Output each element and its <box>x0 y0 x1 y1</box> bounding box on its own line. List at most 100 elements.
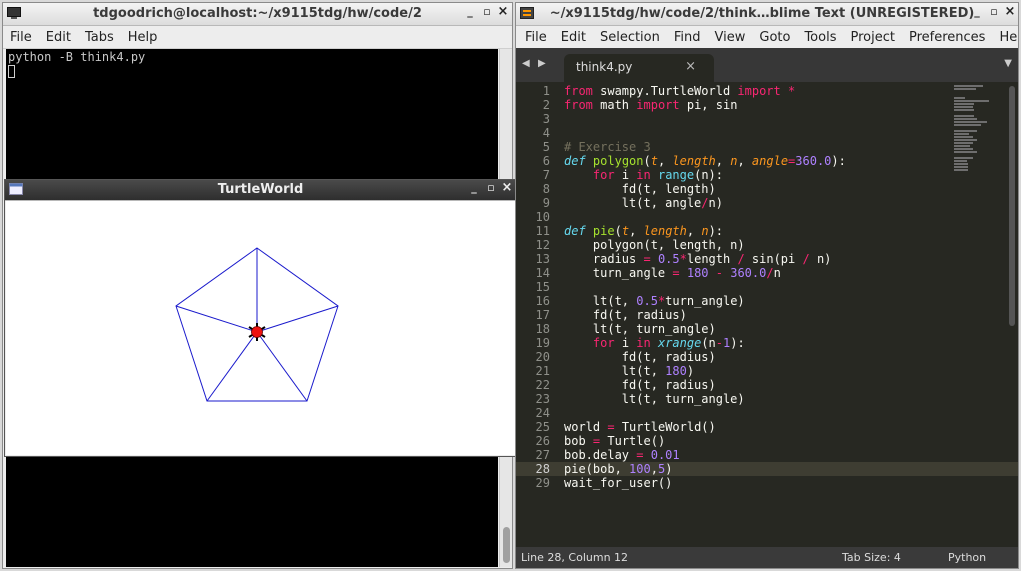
line-number: 7 <box>542 168 550 182</box>
code-line[interactable]: lt(t, 0.5*turn_angle) <box>564 294 846 308</box>
status-tab-size[interactable]: Tab Size: 4 <box>842 551 901 564</box>
menu-tabs[interactable]: Tabs <box>78 30 121 45</box>
code-line[interactable]: wait_for_user() <box>564 476 846 490</box>
close-button[interactable]: × <box>497 4 509 19</box>
code-line[interactable] <box>564 280 846 294</box>
menu-preferences[interactable]: Preferences <box>902 30 992 45</box>
menu-project[interactable]: Project <box>843 30 901 45</box>
line-number: 27 <box>535 448 550 462</box>
pentagon-drawing <box>175 247 339 402</box>
code-line[interactable] <box>564 126 846 140</box>
minimap-line <box>954 106 973 108</box>
sublime-menubar: File Edit Selection Find View Goto Tools… <box>516 26 1018 49</box>
code-line[interactable]: # Exercise 3 <box>564 140 846 154</box>
code-line[interactable]: def polygon(t, length, n, angle=360.0): <box>564 154 846 168</box>
maximize-button[interactable]: ▫ <box>485 181 497 194</box>
code-line[interactable]: polygon(t, length, n) <box>564 238 846 252</box>
minimap[interactable] <box>954 84 998 171</box>
menu-tools[interactable]: Tools <box>797 30 843 45</box>
editor-scrollbar-thumb[interactable] <box>1009 86 1015 326</box>
spoke-line <box>256 331 308 402</box>
line-number: 20 <box>535 350 550 364</box>
menu-find[interactable]: Find <box>667 30 708 45</box>
turtle-sprite <box>248 323 266 341</box>
menu-help[interactable]: Help <box>121 30 165 45</box>
turtleworld-titlebar[interactable]: TurtleWorld _ ▫ × <box>5 180 516 201</box>
code-line[interactable]: world = TurtleWorld() <box>564 420 846 434</box>
menu-file[interactable]: File <box>3 30 39 45</box>
minimap-line <box>954 109 974 111</box>
code-line[interactable] <box>564 112 846 126</box>
code-line[interactable]: turn_angle = 180 - 360.0/n <box>564 266 846 280</box>
line-number: 28 <box>516 462 550 476</box>
code-line[interactable]: lt(t, 180) <box>564 364 846 378</box>
code-line[interactable]: from swampy.TurtleWorld import * <box>564 84 846 98</box>
tab-dropdown-icon[interactable]: ▼ <box>1004 58 1012 69</box>
code-line[interactable]: lt(t, angle/n) <box>564 196 846 210</box>
minimize-button[interactable]: _ <box>971 5 983 18</box>
code-line[interactable]: from math import pi, sin <box>564 98 846 112</box>
code-line[interactable] <box>564 406 846 420</box>
line-number: 14 <box>535 266 550 280</box>
sublime-titlebar[interactable]: ~/x9115tdg/hw/code/2/think…blime Text (U… <box>516 3 1018 26</box>
terminal-title: tdgoodrich@localhost:~/x9115tdg/hw/code/… <box>93 6 422 21</box>
code-line[interactable]: def pie(t, length, n): <box>564 224 846 238</box>
line-number: 15 <box>535 280 550 294</box>
terminal-command: python -B think4.py <box>8 50 146 64</box>
code-editor[interactable]: 1 2 3 4 5 6 7 8 9 10 11 12 13 14 15 16 17 18 19 20 21 22 23 24 2… <box>516 82 1018 547</box>
code-line[interactable]: bob = Turtle() <box>564 434 846 448</box>
editor-scrollbar[interactable] <box>1008 86 1016 326</box>
terminal-scrollbar-thumb[interactable] <box>503 527 510 563</box>
line-number: 13 <box>535 252 550 266</box>
tab-bar: ◀ ▶ think4.py × ▼ <box>516 48 1018 82</box>
menu-help[interactable]: Help <box>992 30 1018 45</box>
close-button[interactable]: × <box>501 180 513 195</box>
tab-back-icon[interactable]: ◀ <box>522 58 530 69</box>
line-number: 3 <box>542 112 550 126</box>
line-number-gutter: 1 2 3 4 5 6 7 8 9 10 11 12 13 14 15 16 17 18 19 20 21 22 23 24 2… <box>516 84 550 490</box>
terminal-titlebar[interactable]: tdgoodrich@localhost:~/x9115tdg/hw/code/… <box>3 3 512 26</box>
minimap-line <box>954 163 969 165</box>
minimap-line <box>954 103 974 105</box>
code-line[interactable]: fd(t, radius) <box>564 350 846 364</box>
turtle-canvas[interactable] <box>6 201 515 455</box>
status-bar: Line 28, Column 12 Tab Size: 4 Python <box>516 547 1018 568</box>
minimap-line <box>954 139 977 141</box>
minimize-button[interactable]: _ <box>468 181 480 194</box>
minimap-line <box>954 124 981 126</box>
minimap-line <box>954 85 983 87</box>
status-syntax[interactable]: Python <box>948 551 986 564</box>
menu-edit[interactable]: Edit <box>554 30 593 45</box>
code-line[interactable]: bob.delay = 0.01 <box>564 448 846 462</box>
code-line[interactable]: fd(t, radius) <box>564 378 846 392</box>
code-line[interactable]: for i in xrange(n-1): <box>564 336 846 350</box>
menu-selection[interactable]: Selection <box>593 30 667 45</box>
minimize-button[interactable]: _ <box>464 5 476 18</box>
minimap-line <box>954 133 970 135</box>
code-line[interactable]: pie(bob, 100,5) <box>564 462 846 476</box>
close-button[interactable]: × <box>1004 4 1016 19</box>
line-number: 24 <box>535 406 550 420</box>
spoke-line <box>256 305 339 333</box>
tab-think4[interactable]: think4.py × <box>564 54 714 82</box>
menu-file[interactable]: File <box>518 30 554 45</box>
maximize-button[interactable]: ▫ <box>988 5 1000 18</box>
menu-edit[interactable]: Edit <box>39 30 78 45</box>
tab-forward-icon[interactable]: ▶ <box>538 58 546 69</box>
turtleworld-window[interactable]: TurtleWorld _ ▫ × <box>4 179 517 457</box>
code-line[interactable]: for i in range(n): <box>564 168 846 182</box>
code-line[interactable]: lt(t, turn_angle) <box>564 322 846 336</box>
menu-goto[interactable]: Goto <box>752 30 797 45</box>
code-line[interactable]: fd(t, length) <box>564 182 846 196</box>
code-area[interactable]: from swampy.TurtleWorld import * from mat… <box>564 84 846 490</box>
menu-view[interactable]: View <box>708 30 753 45</box>
code-line[interactable]: fd(t, radius) <box>564 308 846 322</box>
minimap-line <box>954 169 968 171</box>
tab-close-icon[interactable]: × <box>685 59 696 74</box>
code-line[interactable] <box>564 210 846 224</box>
code-line[interactable]: lt(t, turn_angle) <box>564 392 846 406</box>
line-number: 6 <box>542 154 550 168</box>
code-line[interactable]: radius = 0.5*length / sin(pi / n) <box>564 252 846 266</box>
maximize-button[interactable]: ▫ <box>481 5 493 18</box>
sublime-window[interactable]: ~/x9115tdg/hw/code/2/think…blime Text (U… <box>515 2 1019 569</box>
